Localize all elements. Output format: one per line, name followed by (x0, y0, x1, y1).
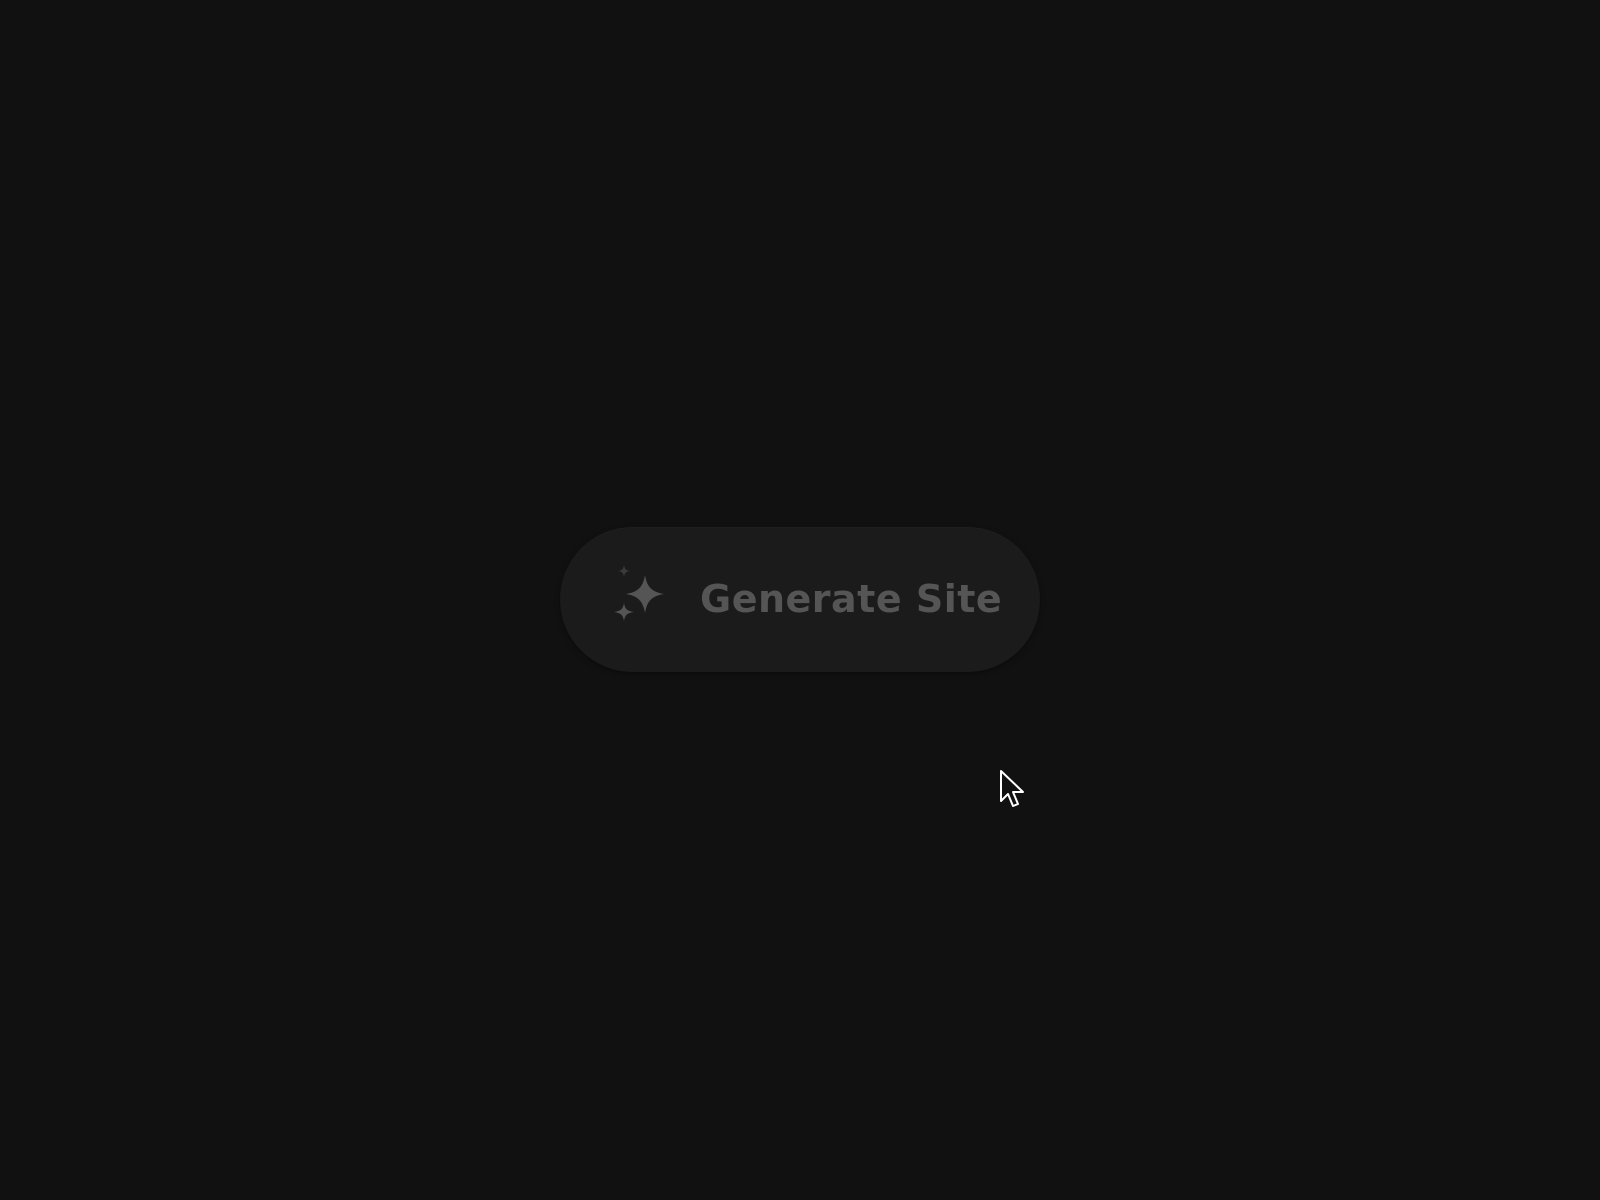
mouse-pointer-icon (999, 769, 1027, 809)
generate-site-label: Generate Site (700, 577, 1003, 621)
page-canvas: Generate Site (0, 0, 1600, 1200)
generate-site-button[interactable]: Generate Site (560, 527, 1040, 672)
sparkles-icon (610, 565, 674, 629)
